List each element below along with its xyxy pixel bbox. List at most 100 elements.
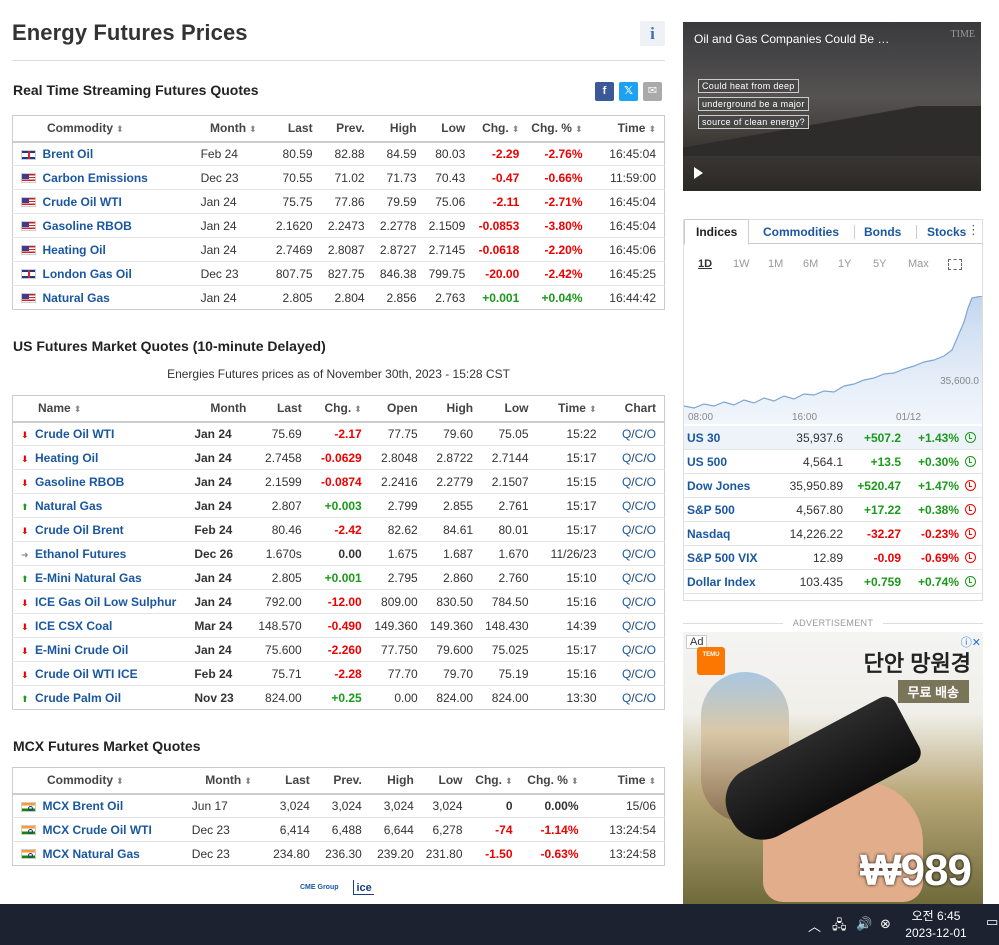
table-row[interactable]: ⬇ ICE Gas Oil Low Sulphur Jan 24 792.00 -12.… <box>12 589 665 614</box>
sort-icon[interactable]: ⬍ <box>575 124 583 134</box>
future-link[interactable]: ICE CSX Coal <box>31 613 191 638</box>
sort-icon[interactable]: ⬍ <box>249 124 257 134</box>
table-row[interactable]: ⬆ Natural Gas Jan 24 2.807 +0.003 2.799 2.855 2… <box>12 493 665 518</box>
quote-link[interactable]: Q <box>622 691 631 705</box>
chart-link[interactable]: C <box>635 427 644 441</box>
info-icon[interactable]: i <box>640 21 665 46</box>
table-row[interactable]: ⬇ Heating Oil Jan 24 2.7458 -0.0629 2.8048 2.8… <box>12 445 665 470</box>
chart-link[interactable]: C <box>635 475 644 489</box>
range-1y[interactable]: 1Y <box>838 258 873 270</box>
index-row[interactable]: Dollar Index 103.435 +0.759 +0.74% <box>684 570 982 594</box>
commodity-link[interactable]: Natural Gas <box>39 286 197 310</box>
sort-icon[interactable]: ⬍ <box>116 124 124 134</box>
chart-link[interactable]: C <box>635 499 644 513</box>
options-link[interactable]: O <box>647 643 656 657</box>
commodity-link[interactable]: Gasoline RBOB <box>38 213 197 238</box>
future-link[interactable]: Gasoline RBOB <box>31 469 191 494</box>
options-link[interactable]: O <box>647 475 656 489</box>
future-link[interactable]: Ethanol Futures <box>31 541 191 566</box>
column-header[interactable]: Commodity ⬍ <box>12 767 188 795</box>
table-row[interactable]: MCX Crude Oil WTI Dec 23 6,414 6,488 6,644 6,… <box>12 817 665 842</box>
future-link[interactable]: Crude Oil WTI ICE <box>31 661 191 686</box>
future-link[interactable]: Crude Palm Oil <box>31 686 190 710</box>
column-header[interactable]: Chg. ⬍ <box>473 115 528 143</box>
chevron-up-icon[interactable]: ︿ <box>808 916 821 935</box>
options-link[interactable]: O <box>647 595 656 609</box>
commodity-link[interactable]: MCX Crude Oil WTI <box>38 817 188 842</box>
table-row[interactable]: Gasoline RBOB Jan 24 2.1620 2.2473 2.2778 2.1… <box>12 213 665 238</box>
column-header[interactable]: Month ⬍ <box>196 115 265 143</box>
video-title[interactable]: Oil and Gas Companies Could Be … <box>694 32 889 46</box>
table-row[interactable]: Brent Oil Feb 24 80.59 82.88 84.59 80.03 -2.29… <box>12 141 665 166</box>
future-link[interactable]: Crude Oil Brent <box>31 517 191 542</box>
column-header[interactable]: Time ⬍ <box>590 115 665 143</box>
expand-chart-icon[interactable] <box>948 259 962 270</box>
status-x-icon[interactable]: ⊗ <box>880 916 891 932</box>
index-name[interactable]: Dow Jones <box>687 479 750 493</box>
table-row[interactable]: Natural Gas Jan 24 2.805 2.804 2.856 2.763 +0.… <box>13 286 665 310</box>
sort-icon[interactable]: ⬍ <box>74 404 82 414</box>
range-1d[interactable]: 1D <box>698 258 733 270</box>
network-icon[interactable]: 🖧 <box>832 916 847 938</box>
range-max[interactable]: Max <box>908 258 943 270</box>
options-link[interactable]: O <box>647 619 656 633</box>
more-options-icon[interactable]: ⋮ <box>967 222 980 238</box>
options-link[interactable]: O <box>647 499 656 513</box>
chart-link[interactable]: C <box>635 691 644 705</box>
table-row[interactable]: ⬇ Gasoline RBOB Jan 24 2.1599 -0.0874 2.2416 2… <box>12 469 665 494</box>
table-row[interactable]: London Gas Oil Dec 23 807.75 827.75 846.38 79… <box>12 261 665 286</box>
tab-commodities[interactable]: Commodities <box>763 220 839 244</box>
sort-icon[interactable]: ⬍ <box>116 776 124 786</box>
index-name[interactable]: S&P 500 VIX <box>687 551 758 565</box>
table-row[interactable]: ⬇ Crude Oil WTI ICE Feb 24 75.71 -2.28 77.70 7… <box>12 661 665 686</box>
table-row[interactable]: ⬆ E-Mini Natural Gas Jan 24 2.805 +0.001 2.79… <box>12 565 665 590</box>
tab-indices[interactable]: Indices <box>684 219 750 245</box>
column-header[interactable]: Time ⬍ <box>536 395 605 423</box>
options-link[interactable]: O <box>647 427 656 441</box>
chart-link[interactable]: C <box>635 643 644 657</box>
column-header[interactable]: Commodity ⬍ <box>12 115 197 143</box>
commodity-link[interactable]: Crude Oil WTI <box>38 189 197 214</box>
index-row[interactable]: US 500 4,564.1 +13.5 +0.30% <box>684 450 982 474</box>
chart-link[interactable]: C <box>635 451 644 465</box>
video-player[interactable]: Oil and Gas Companies Could Be … TIME Co… <box>683 22 981 191</box>
future-link[interactable]: Heating Oil <box>31 445 191 470</box>
sort-icon[interactable]: ⬍ <box>505 776 513 786</box>
chart-link[interactable]: C <box>635 595 644 609</box>
sort-icon[interactable]: ⬍ <box>244 776 252 786</box>
range-6m[interactable]: 6M <box>803 258 838 270</box>
sort-icon[interactable]: ⬍ <box>571 776 579 786</box>
future-link[interactable]: E-Mini Natural Gas <box>31 565 191 590</box>
future-link[interactable]: Natural Gas <box>31 493 191 518</box>
sort-icon[interactable]: ⬍ <box>354 404 362 414</box>
commodity-link[interactable]: MCX Brent Oil <box>38 793 188 818</box>
commodity-link[interactable]: MCX Natural Gas <box>39 842 188 866</box>
commodity-link[interactable]: Carbon Emissions <box>38 165 197 190</box>
options-link[interactable]: O <box>647 667 656 681</box>
quote-link[interactable]: Q <box>622 619 631 633</box>
table-row[interactable]: Crude Oil WTI Jan 24 75.75 77.86 79.59 75.06-… <box>12 189 665 214</box>
column-header[interactable]: Chg. ⬍ <box>309 395 370 423</box>
chart-link[interactable]: C <box>635 667 644 681</box>
table-row[interactable]: Carbon Emissions Dec 23 70.55 71.02 71.73 70.… <box>12 165 665 190</box>
table-row[interactable]: ➜ Ethanol Futures Dec 26 1.670s 0.00 1.675 1.6… <box>12 541 665 566</box>
chart-link[interactable]: C <box>635 547 644 561</box>
future-link[interactable]: E-Mini Crude Oil <box>31 637 191 662</box>
quote-link[interactable]: Q <box>622 595 631 609</box>
options-link[interactable]: O <box>647 523 656 537</box>
mail-icon[interactable]: ✉ <box>643 82 662 101</box>
index-line-chart[interactable]: 35,600.0 08:00 16:00 01/12 <box>684 296 982 424</box>
column-header[interactable]: Month ⬍ <box>187 767 260 795</box>
commodity-link[interactable]: Brent Oil <box>38 141 197 166</box>
range-1m[interactable]: 1M <box>768 258 803 270</box>
table-row[interactable]: MCX Natural Gas Dec 23 234.80 236.30 239.20 2… <box>13 842 665 866</box>
chart-link[interactable]: C <box>635 619 644 633</box>
index-name[interactable]: Dollar Index <box>687 575 756 589</box>
options-link[interactable]: O <box>647 571 656 585</box>
range-5y[interactable]: 5Y <box>873 258 908 270</box>
options-link[interactable]: O <box>647 691 656 705</box>
play-icon[interactable] <box>694 167 703 179</box>
options-link[interactable]: O <box>647 547 656 561</box>
quote-link[interactable]: Q <box>622 547 631 561</box>
index-name[interactable]: S&P 500 <box>687 503 735 517</box>
